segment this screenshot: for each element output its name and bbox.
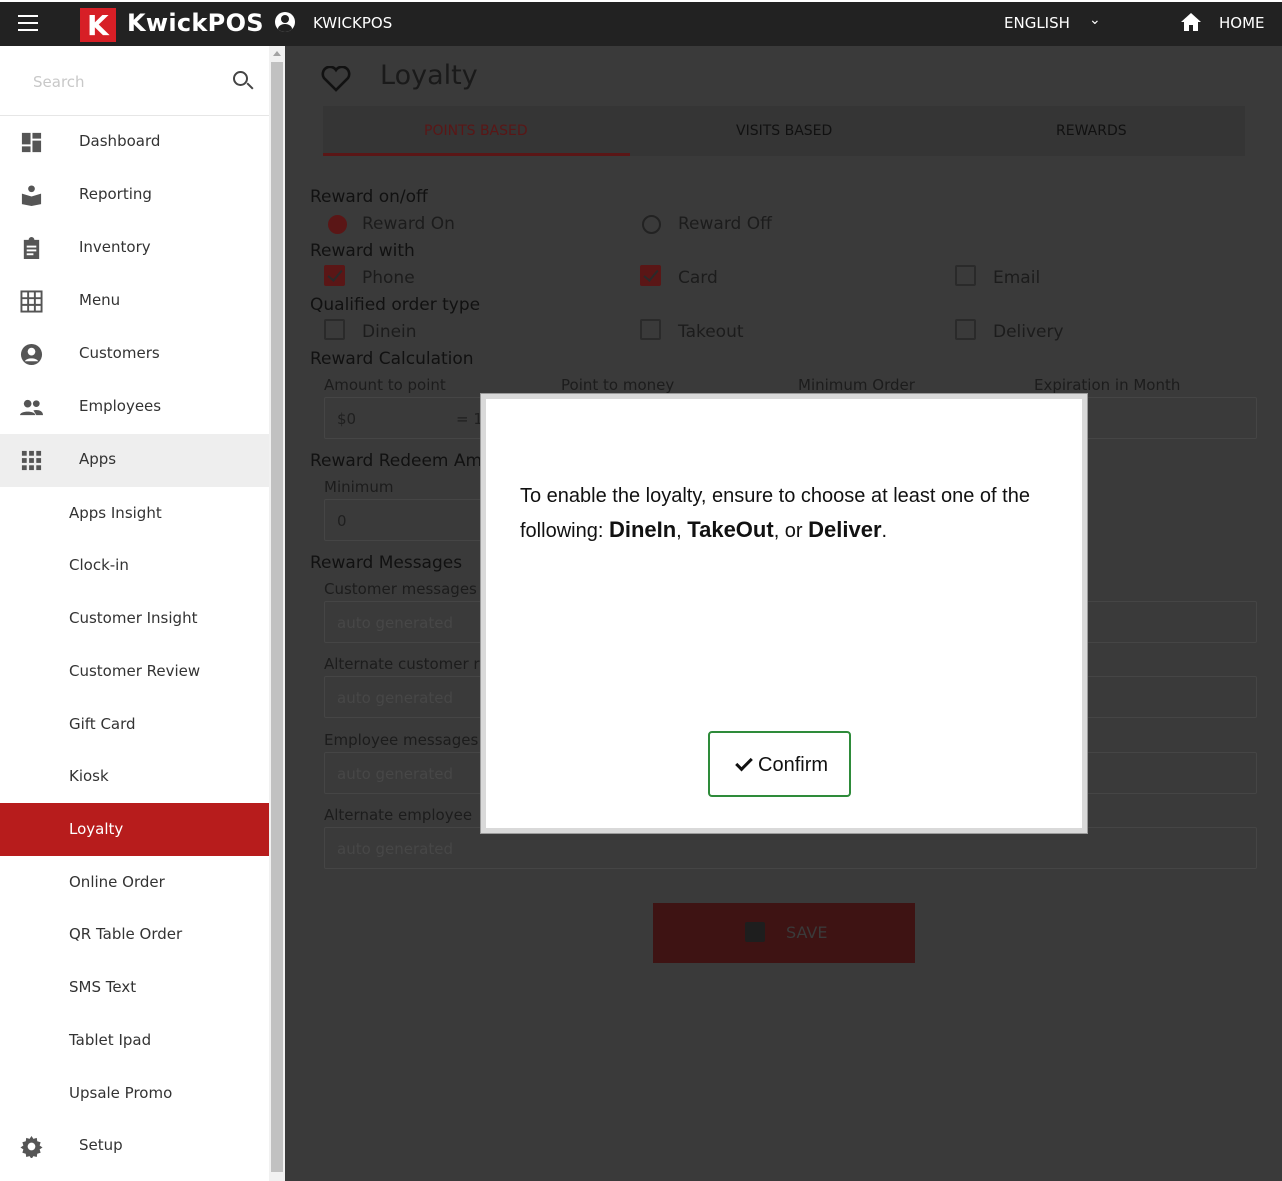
sidebar-item-employees[interactable]: Employees [0,381,269,434]
language-selector[interactable]: ENGLISH [1004,14,1070,32]
loyalty-tabs: POINTS BASED VISITS BASED REWARDS [323,106,1245,156]
sidebar-subitem-qr-table-order[interactable]: QR Table Order [0,908,269,961]
minimum-order-label: Minimum Order [798,376,915,394]
scroll-up-arrow-icon[interactable] [273,51,281,56]
save-icon [745,922,765,942]
people-icon [20,399,43,416]
home-link[interactable]: HOME [1219,14,1265,32]
option-deliver: Deliver [808,517,882,542]
sidebar-item-apps[interactable]: Apps [0,434,269,487]
checkmark-icon [735,753,753,772]
sidebar-item-inventory[interactable]: Inventory [0,222,269,275]
sidebar-subitem-customer-review[interactable]: Customer Review [0,645,269,698]
tab-rewards[interactable]: REWARDS [1056,123,1127,139]
sidebar-search[interactable]: Search [0,46,269,116]
alt-employee-messages-input[interactable]: auto generated [324,827,1257,869]
confirm-button[interactable]: Confirm [708,731,851,797]
sidebar-item-customers[interactable]: Customers [0,328,269,381]
store-name: KWICKPOS [313,14,393,32]
sidebar-subitem-apps-insight[interactable]: Apps Insight [0,487,269,540]
heart-icon [321,66,351,92]
active-tab-indicator [323,153,630,156]
sidebar-subitem-upsale-promo[interactable]: Upsale Promo [0,1067,269,1120]
account-icon[interactable] [275,12,295,32]
card-checkbox[interactable] [640,265,661,286]
page-title: Loyalty [380,60,478,91]
sidebar-subitem-customer-insight[interactable]: Customer Insight [0,592,269,645]
card-label: Card [678,268,718,288]
search-icon[interactable] [233,71,248,86]
sidebar-subitem-sms-text[interactable]: SMS Text [0,961,269,1014]
expiration-label: Expiration in Month [1034,376,1181,394]
takeout-label: Takeout [678,322,744,342]
logo-text: KwickPOS [127,9,264,37]
order-type-title: Qualified order type [310,295,481,315]
dinein-checkbox[interactable] [324,319,345,340]
delivery-checkbox[interactable] [955,319,976,340]
dashboard-icon [21,132,42,153]
reward-with-title: Reward with [310,241,415,261]
reward-off-label: Reward Off [678,214,772,234]
clipboard-icon [23,237,40,260]
tab-visits-based[interactable]: VISITS BASED [736,123,832,139]
sidebar-item-reporting[interactable]: Reporting [0,169,269,222]
dialog-message: To enable the loyalty, ensure to choose … [520,485,1030,542]
reward-messages-title: Reward Messages [310,553,463,573]
sidebar-item-menu[interactable]: Menu [0,275,269,328]
hamburger-menu-icon[interactable] [18,15,38,31]
reward-calculation-title: Reward Calculation [310,349,474,369]
chevron-down-icon[interactable]: ⌄ [1089,12,1101,28]
sidebar-item-setup[interactable]: Setup [0,1120,269,1173]
option-takeout: TakeOut [687,517,774,542]
sidebar-subitem-online-order[interactable]: Online Order [0,856,269,909]
sidebar-subitem-loyalty[interactable]: Loyalty [0,803,269,856]
sidebar-scrollbar[interactable] [269,46,285,1181]
tab-points-based[interactable]: POINTS BASED [424,123,528,139]
save-button[interactable]: SAVE [653,903,915,963]
search-input[interactable]: Search [33,73,85,91]
dinein-label: Dinein [362,322,417,342]
apps-icon [21,450,42,471]
sidebar-subitem-tablet-ipad[interactable]: Tablet Ipad [0,1014,269,1067]
customer-messages-label: Customer messages [324,580,477,598]
loyalty-warning-dialog: To enable the loyalty, ensure to choose … [481,394,1087,833]
email-label: Email [993,268,1041,288]
phone-checkbox[interactable] [324,265,345,286]
sidebar-item-dashboard[interactable]: Dashboard [0,116,269,169]
reward-on-radio[interactable] [328,215,347,234]
takeout-checkbox[interactable] [640,319,661,340]
point-to-money-label: Point to money [561,376,675,394]
top-bar: K KwickPOS KWICKPOS ENGLISH ⌄ HOME [0,0,1282,46]
reporting-icon [21,185,42,207]
amount-to-point-label: Amount to point [324,376,446,394]
sidebar: Search Dashboard Reporting Inventory Men… [0,46,269,1181]
reward-onoff-title: Reward on/off [310,187,428,207]
reward-on-label: Reward On [362,214,455,234]
gear-icon [20,1135,43,1158]
option-dinein: DineIn [608,517,677,542]
grid-icon [20,290,43,313]
reward-redeem-title: Reward Redeem Amo [310,451,493,471]
home-icon[interactable] [1180,12,1202,32]
sidebar-subitem-kiosk[interactable]: Kiosk [0,750,269,803]
employee-messages-label: Employee messages [324,731,479,749]
kwickpos-logo: K [80,8,116,42]
scrollbar-thumb[interactable] [271,62,283,1172]
account-circle-icon [20,343,43,366]
email-checkbox[interactable] [955,265,976,286]
sidebar-subitem-gift-card[interactable]: Gift Card [0,698,269,751]
sidebar-subitem-clock-in[interactable]: Clock-in [0,539,269,592]
phone-label: Phone [362,268,415,288]
alt-employee-messages-label: Alternate employee [324,806,473,824]
delivery-label: Delivery [993,322,1064,342]
alt-customer-messages-label: Alternate customer r [324,655,480,673]
reward-off-radio[interactable] [642,215,661,234]
redeem-minimum-label: Minimum [324,478,394,496]
